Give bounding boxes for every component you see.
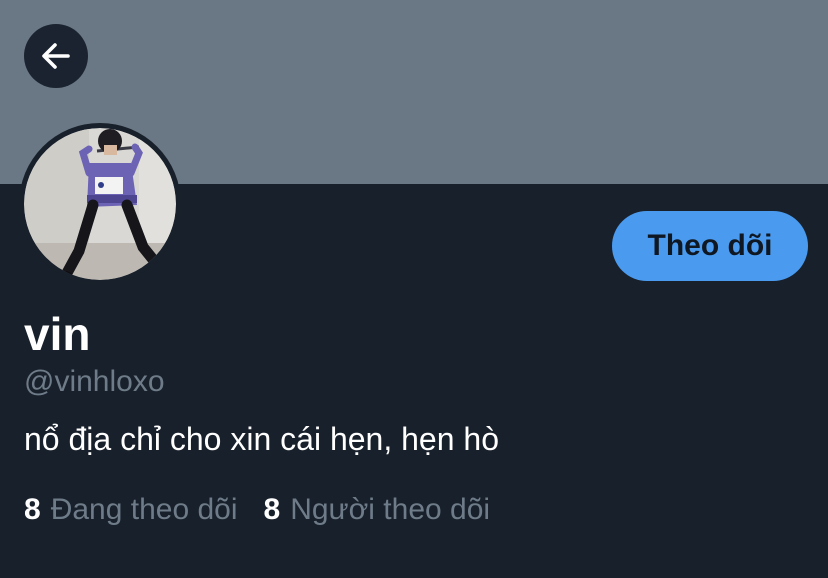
- profile-page: Theo dõi vin @vinhloxo nổ địa chỉ cho xi…: [0, 0, 828, 578]
- profile-handle: @vinhloxo: [24, 365, 165, 398]
- back-button[interactable]: [24, 24, 88, 88]
- profile-stats: 8 Đang theo dõi 8 Người theo dõi: [24, 491, 516, 529]
- avatar[interactable]: [19, 123, 181, 285]
- followers-count: 8: [263, 493, 281, 526]
- following-stat[interactable]: 8 Đang theo dõi: [24, 491, 238, 529]
- profile-bio: nổ địa chỉ cho xin cái hẹn, hẹn hò: [24, 421, 499, 457]
- following-count: 8: [24, 493, 41, 526]
- arrow-left-icon: [42, 43, 70, 69]
- avatar-photo: [20, 124, 180, 284]
- following-label: Đang theo dõi: [50, 493, 238, 526]
- followers-stat[interactable]: 8 Người theo dõi: [264, 491, 491, 529]
- follow-button[interactable]: Theo dõi: [612, 211, 808, 281]
- followers-label: Người theo dõi: [290, 493, 491, 526]
- profile-display-name: vin: [24, 308, 91, 360]
